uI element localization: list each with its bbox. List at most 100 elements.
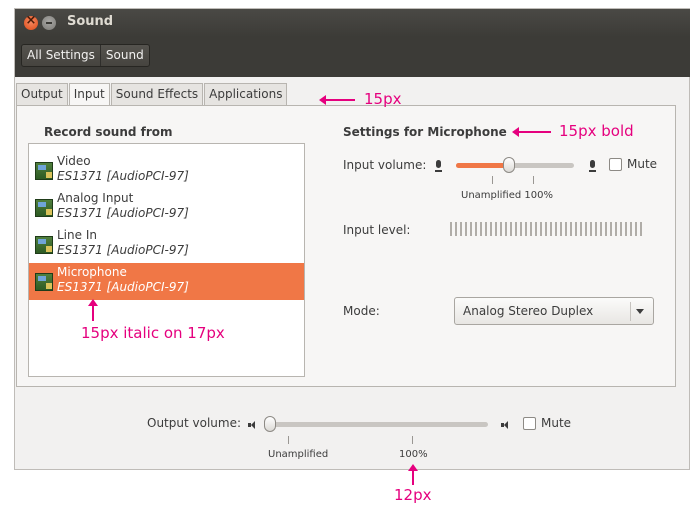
level-bar [560, 222, 562, 236]
speaker-low-icon [248, 420, 260, 430]
list-item[interactable]: Analog Input ES1371 [AudioPCI-97] [29, 189, 304, 226]
combo-separator [630, 302, 631, 321]
level-bar [460, 222, 462, 236]
list-item[interactable]: Video ES1371 [AudioPCI-97] [29, 152, 304, 189]
tab-bar: Output Input Sound Effects Applications [16, 83, 288, 106]
level-bar [640, 222, 642, 236]
breadcrumb-all-settings[interactable]: All Settings [22, 45, 100, 66]
input-mute-label: Mute [627, 157, 658, 171]
mode-select[interactable]: Analog Stereo Duplex [454, 297, 654, 325]
level-bar [590, 222, 592, 236]
level-bar [585, 222, 587, 236]
input-volume-handle[interactable] [503, 157, 515, 173]
title-bar: Sound [15, 9, 690, 37]
list-item-selected[interactable]: Microphone ES1371 [AudioPCI-97] [29, 263, 304, 300]
level-bar [565, 222, 567, 236]
level-bar [485, 222, 487, 236]
tick [412, 436, 413, 444]
output-volume-slider[interactable] [264, 416, 488, 432]
level-bar [595, 222, 597, 236]
input-volume-slider[interactable] [456, 157, 574, 173]
device-name: Video [57, 154, 91, 168]
annotation-tabs-font: 15px [364, 90, 402, 108]
level-bar [535, 222, 537, 236]
speaker-high-icon [501, 420, 513, 430]
level-bar [490, 222, 492, 236]
mode-value: Analog Stereo Duplex [463, 304, 594, 318]
device-subtitle: ES1371 [AudioPCI-97] [57, 280, 189, 294]
level-bar [610, 222, 612, 236]
sound-card-icon [35, 236, 53, 254]
level-bar [455, 222, 457, 236]
level-bar [520, 222, 522, 236]
sound-card-icon [35, 199, 53, 217]
mode-label: Mode: [343, 304, 380, 318]
level-bar [540, 222, 542, 236]
level-bar [625, 222, 627, 236]
level-bar [555, 222, 557, 236]
minimize-icon[interactable] [42, 16, 56, 30]
device-subtitle: ES1371 [AudioPCI-97] [57, 243, 189, 257]
annotation-small-font: 12px [394, 486, 432, 504]
level-bar [575, 222, 577, 236]
level-bar [550, 222, 552, 236]
tick [533, 176, 534, 184]
sound-card-icon [35, 273, 53, 291]
tab-input[interactable]: Input [68, 83, 110, 106]
level-bar [615, 222, 617, 236]
level-bar [635, 222, 637, 236]
output-mute-label: Mute [541, 416, 572, 430]
input-volume-label: Input volume: [343, 158, 427, 172]
breadcrumb-sound[interactable]: Sound [99, 45, 149, 66]
microphone-high-icon [588, 160, 598, 173]
level-bar [505, 222, 507, 236]
output-unamplified-label: Unamplified [268, 449, 329, 460]
level-bar [465, 222, 467, 236]
output-volume-label: Output volume: [147, 416, 241, 430]
level-bar [500, 222, 502, 236]
breadcrumb: All Settings Sound [21, 44, 150, 67]
toolbar: All Settings Sound [15, 37, 690, 77]
record-heading: Record sound from [44, 125, 173, 139]
output-volume-handle[interactable] [264, 416, 276, 432]
level-bar [510, 222, 512, 236]
input-volume-fill [456, 163, 509, 168]
level-bar [525, 222, 527, 236]
level-bar [475, 222, 477, 236]
level-bar [570, 222, 572, 236]
sound-card-icon [35, 162, 53, 180]
device-subtitle: ES1371 [AudioPCI-97] [57, 169, 189, 183]
input-mute-checkbox[interactable] [609, 158, 622, 171]
annotation-arrow [512, 127, 551, 137]
window-title: Sound [67, 14, 114, 29]
tab-sound-effects[interactable]: Sound Effects [110, 83, 204, 105]
chevron-down-icon [636, 309, 644, 314]
list-item[interactable]: Line In ES1371 [AudioPCI-97] [29, 226, 304, 263]
settings-heading: Settings for Microphone [343, 125, 507, 139]
output-mute-checkbox[interactable] [523, 417, 536, 430]
device-name: Microphone [57, 265, 127, 279]
annotation-arrow [408, 464, 418, 485]
annotation-item-font: 15px italic on 17px [81, 324, 225, 342]
level-bar [470, 222, 472, 236]
annotation-arrow [88, 299, 98, 321]
level-bar [515, 222, 517, 236]
level-bar [600, 222, 602, 236]
device-name: Line In [57, 228, 97, 242]
device-name: Analog Input [57, 191, 134, 205]
level-bar [620, 222, 622, 236]
input-level-meter [450, 222, 645, 236]
tick [288, 436, 289, 444]
input-scale-label: Unamplified 100% [461, 190, 553, 201]
tab-applications[interactable]: Applications [204, 83, 288, 105]
annotation-heading-font: 15px bold [559, 122, 634, 140]
tab-output[interactable]: Output [16, 83, 68, 105]
close-icon[interactable] [24, 13, 38, 30]
level-bar [495, 222, 497, 236]
level-bar [580, 222, 582, 236]
level-bar [545, 222, 547, 236]
level-bar [530, 222, 532, 236]
level-bar [630, 222, 632, 236]
level-bar [605, 222, 607, 236]
tick [492, 176, 493, 184]
